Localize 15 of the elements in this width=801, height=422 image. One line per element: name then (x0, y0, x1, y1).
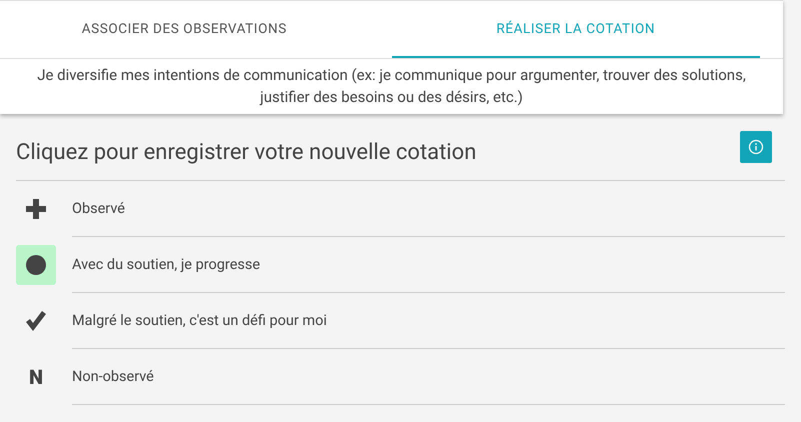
tab[interactable]: ASSOCIER DES OBSERVATIONS (0, 1, 368, 58)
option-label[interactable]: Avec du soutien, je progresse (72, 256, 260, 273)
option-label[interactable]: Observé (72, 200, 125, 217)
option-icon-background[interactable]: N (16, 357, 56, 397)
option-label[interactable]: Non-observé (72, 368, 154, 385)
plus-icon (26, 199, 46, 219)
description-text: Je diversifie mes intentions de communication (ex: je communique pour argumenter, trouver des solutions, justifier des besoins ou des désirs, etc.) (36, 65, 747, 108)
circle-icon (26, 255, 46, 275)
heading: Cliquez pour enregistrer votre nouvelle cotation (16, 140, 476, 164)
info-icon (748, 139, 764, 155)
letter-icon: N (28, 367, 44, 387)
option-label[interactable]: Malgré le soutien, c'est un défi pour moi (72, 312, 327, 329)
info-button[interactable] (740, 131, 772, 163)
check-icon (26, 311, 46, 331)
option-icon-background[interactable] (16, 245, 56, 285)
